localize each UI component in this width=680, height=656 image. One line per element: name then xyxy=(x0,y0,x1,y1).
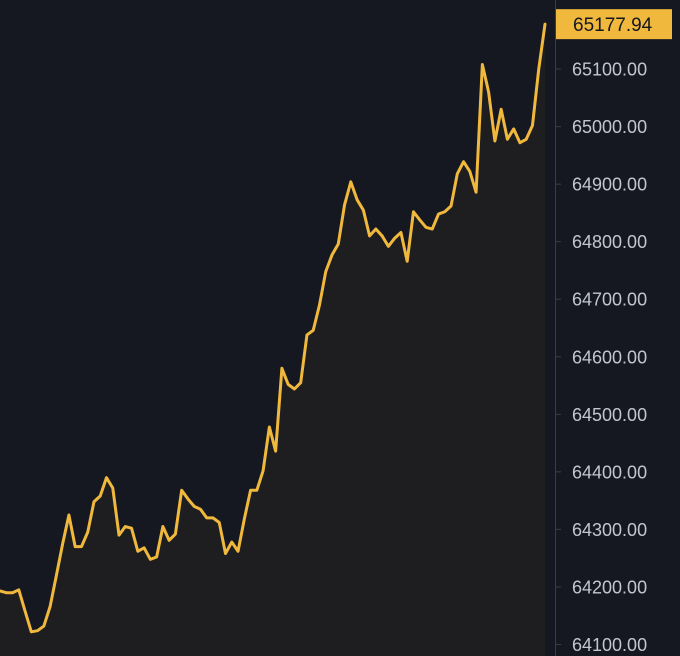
price-chart: 65200.0065100.0065000.0064900.0064800.00… xyxy=(0,0,680,656)
chart-svg: 65200.0065100.0065000.0064900.0064800.00… xyxy=(0,0,680,656)
y-tick-label: 64900.00 xyxy=(572,175,647,195)
y-tick-label: 64800.00 xyxy=(572,232,647,252)
y-tick-label: 65100.00 xyxy=(572,60,647,80)
y-tick-label: 64400.00 xyxy=(572,462,647,482)
y-tick-label: 64300.00 xyxy=(572,520,647,540)
y-tick-label: 64200.00 xyxy=(572,577,647,597)
y-tick-label: 64600.00 xyxy=(572,347,647,367)
last-price-badge: 65177.94 xyxy=(556,9,672,40)
y-tick-label: 64500.00 xyxy=(572,405,647,425)
y-tick-label: 65000.00 xyxy=(572,117,647,137)
y-tick-label: 64100.00 xyxy=(572,635,647,655)
last-price-label: 65177.94 xyxy=(573,15,653,36)
y-tick-label: 64700.00 xyxy=(572,290,647,310)
